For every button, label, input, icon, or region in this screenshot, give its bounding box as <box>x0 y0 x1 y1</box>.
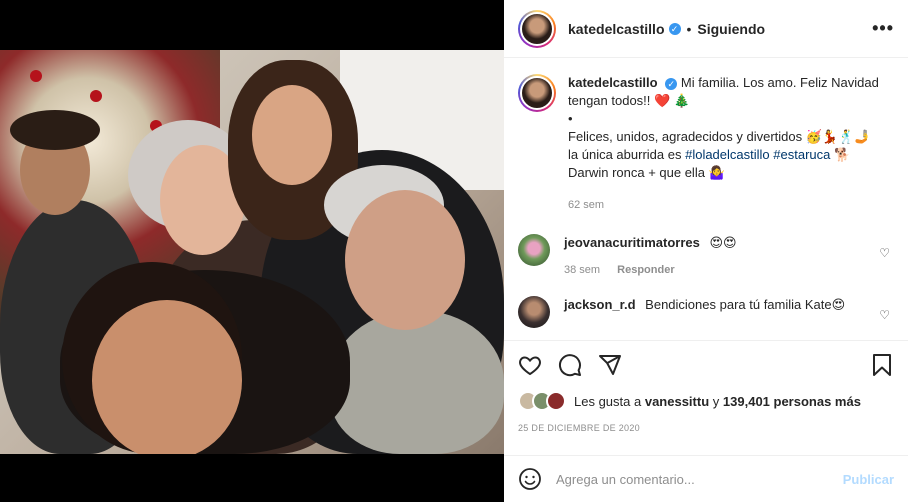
likes-user-link[interactable]: vanessittu <box>645 394 709 409</box>
post-photo[interactable] <box>0 50 504 454</box>
post-date[interactable]: 25 DE DICIEMBRE DE 2020 <box>518 423 894 433</box>
ornament <box>30 70 42 82</box>
likes-prefix: Les gusta a <box>574 393 642 409</box>
hashtag-link[interactable]: #loladelcastillo <box>685 147 770 162</box>
caption-age[interactable]: 62 sem <box>568 196 894 214</box>
caption: katedelcastillo ✓ Mi familia. Los amo. F… <box>518 74 894 214</box>
caption-line: la única aburrida es <box>568 147 682 162</box>
likes-summary: Les gusta a vanessittu y 139,401 persona… <box>518 391 894 411</box>
verified-badge-icon: ✓ <box>665 78 678 90</box>
more-horizontal-icon[interactable]: ••• <box>872 18 894 39</box>
comment-avatar[interactable] <box>518 296 550 328</box>
comments-panel: katedelcastillo ✓ Mi familia. Los amo. F… <box>504 58 908 340</box>
share-send-icon[interactable] <box>598 353 622 377</box>
face <box>252 85 332 185</box>
caption-avatar[interactable] <box>518 74 556 112</box>
ornament <box>90 90 102 102</box>
face <box>345 190 465 330</box>
caption-line: Darwin ronca + que ella 🤷‍♀️ <box>568 165 725 180</box>
avatar-image <box>520 11 554 46</box>
post-sidebar: katedelcastillo ✓ • Siguiendo ••• katede… <box>504 0 908 502</box>
hashtag-link[interactable]: #estaruca <box>773 147 830 162</box>
caption-line: Felices, unidos, agradecidos y divertido… <box>568 129 871 144</box>
liker-avatar <box>546 391 566 411</box>
publish-button[interactable]: Publicar <box>843 472 894 487</box>
comment-age[interactable]: 38 sem <box>564 264 600 276</box>
comment-avatar[interactable] <box>518 234 550 266</box>
post-photo-pane <box>0 0 504 502</box>
comment-text: Bendiciones para tú familia Kate😍 <box>645 297 846 312</box>
comment-item: jeovanacuritimatorres 😍😍 38 sem Responde… <box>518 234 894 276</box>
post-actions: Les gusta a vanessittu y 139,401 persona… <box>504 340 908 433</box>
person-old-man <box>330 310 504 454</box>
comment-text: 😍😍 <box>709 235 737 250</box>
like-comment-heart-icon[interactable]: ♡ <box>879 246 890 260</box>
comment-bubble-icon[interactable] <box>558 353 582 377</box>
like-comment-heart-icon[interactable]: ♡ <box>879 308 890 322</box>
like-heart-icon[interactable] <box>518 353 542 377</box>
caption-body: katedelcastillo ✓ Mi familia. Los amo. F… <box>568 74 894 214</box>
avatar-image <box>520 76 554 110</box>
likes-connector: y <box>712 393 720 409</box>
caption-line: • <box>568 111 573 126</box>
bookmark-save-icon[interactable] <box>870 353 894 377</box>
comment-username[interactable]: jeovanacuritimatorres <box>564 235 700 250</box>
caption-username[interactable]: katedelcastillo <box>568 75 658 90</box>
verified-badge-icon: ✓ <box>668 22 681 35</box>
follow-status[interactable]: Siguiendo <box>697 21 765 37</box>
separator-dot: • <box>686 20 692 37</box>
face <box>92 300 242 454</box>
header-username[interactable]: katedelcastillo <box>568 21 665 37</box>
hair <box>10 110 100 150</box>
comment-username[interactable]: jackson_r.d <box>564 297 636 312</box>
liker-avatars[interactable] <box>518 391 566 411</box>
comment-composer: Agrega un comentario... Publicar <box>504 455 908 502</box>
emoji-smiley-icon[interactable] <box>518 467 542 491</box>
comment-input[interactable]: Agrega un comentario... <box>556 472 843 487</box>
comment-item: jackson_r.d Bendiciones para tú familia … <box>518 296 894 328</box>
post-header: katedelcastillo ✓ • Siguiendo ••• <box>504 0 908 58</box>
reply-button[interactable]: Responder <box>617 264 674 276</box>
likes-count-link[interactable]: 139,401 personas más <box>723 394 861 409</box>
dog-emoji: 🐕 <box>834 147 851 162</box>
avatar[interactable] <box>518 9 556 48</box>
